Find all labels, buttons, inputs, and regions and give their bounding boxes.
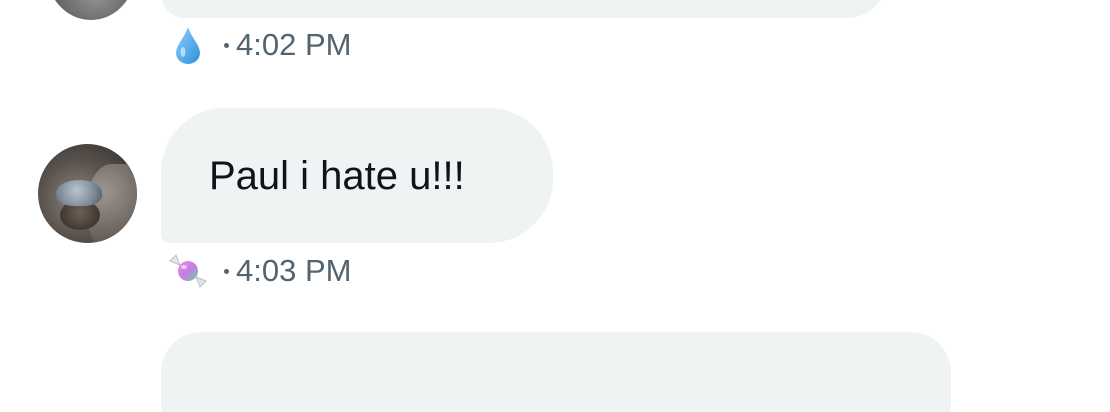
droplet-icon[interactable] <box>166 25 210 65</box>
message-text: Paul i hate u!!! <box>209 154 465 198</box>
message-bubble[interactable]: Paul i hate u!!! <box>161 108 553 243</box>
candy-icon[interactable] <box>166 251 210 291</box>
separator-dot <box>224 268 229 274</box>
separator-dot <box>224 42 229 48</box>
message-bubble[interactable] <box>161 332 951 412</box>
message-bubble[interactable] <box>161 0 887 18</box>
message-timestamp: 4:03 PM <box>236 253 352 288</box>
message-meta: 4:02 PM <box>166 25 351 65</box>
avatar[interactable] <box>38 144 137 243</box>
avatar[interactable] <box>46 0 136 20</box>
message-meta: 4:03 PM <box>166 251 351 291</box>
message-timestamp: 4:02 PM <box>236 27 352 62</box>
